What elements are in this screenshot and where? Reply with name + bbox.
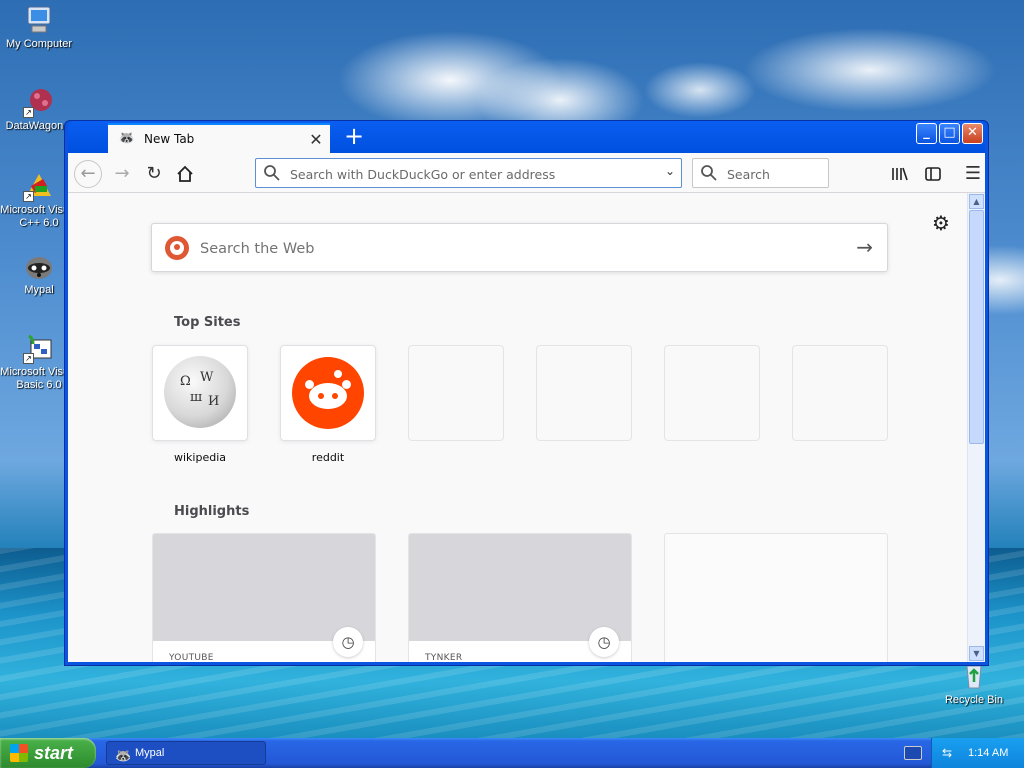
duckduckgo-icon [165, 236, 189, 260]
windows-flag-icon [10, 744, 28, 762]
sidebar-toggle-icon[interactable] [920, 161, 946, 187]
shortcut-arrow-icon: ↗ [23, 107, 34, 118]
computer-icon [23, 4, 55, 36]
gear-icon[interactable]: ⚙ [932, 211, 950, 235]
tab-strip: 🦝 New Tab ✕ + _ □ ✕ [68, 121, 985, 153]
web-search-box[interactable]: → [151, 223, 888, 272]
top-site-placeholder [792, 345, 888, 441]
newtab-page: ⚙ → Top Sites ΩWшИ wikipedia [68, 193, 985, 662]
search-input[interactable] [725, 163, 824, 185]
top-site-tile: ΩWшИ [152, 345, 248, 441]
highlight-thumbnail [409, 534, 631, 641]
back-button[interactable]: ← [74, 160, 102, 188]
clock-icon: ◷ [333, 627, 363, 657]
top-site-empty [664, 345, 760, 441]
highlight-source: YOUTUBE [169, 653, 214, 662]
taskbar-item-mypal[interactable]: 🦝 Mypal [106, 741, 266, 765]
top-sites-title: Top Sites [174, 315, 241, 330]
address-input[interactable] [288, 163, 652, 185]
highlight-thumbnail [153, 534, 375, 641]
top-site-empty [536, 345, 632, 441]
top-site-placeholder [536, 345, 632, 441]
visual-basic-icon: ↗ [23, 332, 55, 364]
scroll-up-arrow-icon[interactable]: ▲ [969, 194, 984, 209]
taskbar-item-label: Mypal [135, 747, 165, 759]
desktop-icon-label: Recycle Bin [944, 694, 1004, 706]
mypal-raccoon-icon: 🦝 [115, 748, 132, 763]
arrow-right-icon[interactable]: → [856, 235, 873, 259]
address-bar[interactable]: ⌄ [255, 158, 682, 188]
start-label: start [34, 743, 74, 763]
highlight-card[interactable]: ◷ TYNKER [408, 533, 632, 662]
forward-button[interactable]: → [108, 160, 136, 188]
desktop-icon-my-computer[interactable]: My Computer [0, 4, 78, 51]
hamburger-menu-icon[interactable]: ☰ [960, 161, 986, 187]
chevron-down-icon[interactable]: ⌄ [665, 164, 675, 178]
top-site-placeholder [408, 345, 504, 441]
wikipedia-globe-icon: ΩWшИ [164, 356, 236, 428]
highlight-card-empty [664, 533, 888, 662]
reddit-alien-icon [292, 357, 364, 429]
desktop-icon-label: My Computer [5, 38, 73, 50]
tab-new-tab[interactable]: 🦝 New Tab ✕ [108, 123, 330, 153]
keyboard-icon[interactable] [904, 746, 922, 760]
home-icon [177, 165, 193, 182]
top-site-label: reddit [311, 451, 345, 464]
top-site-empty [792, 345, 888, 441]
vertical-scrollbar[interactable]: ▲ ▼ [967, 193, 985, 662]
shortcut-arrow-icon: ↗ [23, 353, 34, 364]
home-button[interactable] [171, 160, 199, 188]
web-search-input[interactable] [198, 238, 842, 260]
nav-toolbar: ← → ↻ ⌄ ☰ [68, 153, 985, 193]
taskbar-clock[interactable]: 1:14 AM [968, 738, 1008, 768]
scroll-down-arrow-icon[interactable]: ▼ [969, 646, 984, 661]
network-icon[interactable]: ⇆ [942, 746, 956, 760]
mypal-raccoon-icon: 🦝 [118, 131, 136, 146]
highlight-card[interactable]: ◷ YOUTUBE [152, 533, 376, 662]
search-icon [264, 165, 280, 181]
reload-button[interactable]: ↻ [140, 160, 168, 188]
top-site-reddit[interactable]: reddit [280, 345, 376, 464]
shortcut-arrow-icon: ↗ [23, 191, 34, 202]
taskbar: start 🦝 Mypal ⇆ 1:14 AM [0, 738, 1024, 768]
top-site-tile [280, 345, 376, 441]
browser-window: 🦝 New Tab ✕ + _ □ ✕ ← → ↻ ⌄ ☰ [64, 120, 989, 666]
system-tray: ⇆ 1:14 AM [931, 738, 1024, 768]
search-bar[interactable] [692, 158, 829, 188]
desktop-icon-recycle-bin[interactable]: Recycle Bin [935, 660, 1013, 707]
highlight-source: TYNKER [425, 653, 463, 662]
search-icon [701, 165, 717, 181]
clock-icon: ◷ [589, 627, 619, 657]
highlights-title: Highlights [174, 504, 250, 519]
close-window-button[interactable]: ✕ [962, 123, 983, 144]
top-site-empty [408, 345, 504, 441]
top-site-placeholder [664, 345, 760, 441]
scrollbar-thumb[interactable] [969, 210, 984, 444]
start-button[interactable]: start [0, 738, 96, 768]
visual-cpp-icon: ↗ [23, 170, 55, 202]
library-icon[interactable] [886, 161, 912, 187]
top-site-label: wikipedia [173, 451, 226, 464]
tab-title: New Tab [144, 132, 195, 146]
datawagon-icon: ↗ [23, 86, 55, 118]
mypal-raccoon-icon [23, 250, 55, 282]
minimize-button[interactable]: _ [916, 123, 937, 144]
close-tab-icon[interactable]: ✕ [306, 130, 326, 149]
top-site-wikipedia[interactable]: ΩWшИ wikipedia [152, 345, 248, 464]
new-tab-button[interactable]: + [340, 123, 368, 151]
maximize-button[interactable]: □ [939, 123, 960, 144]
